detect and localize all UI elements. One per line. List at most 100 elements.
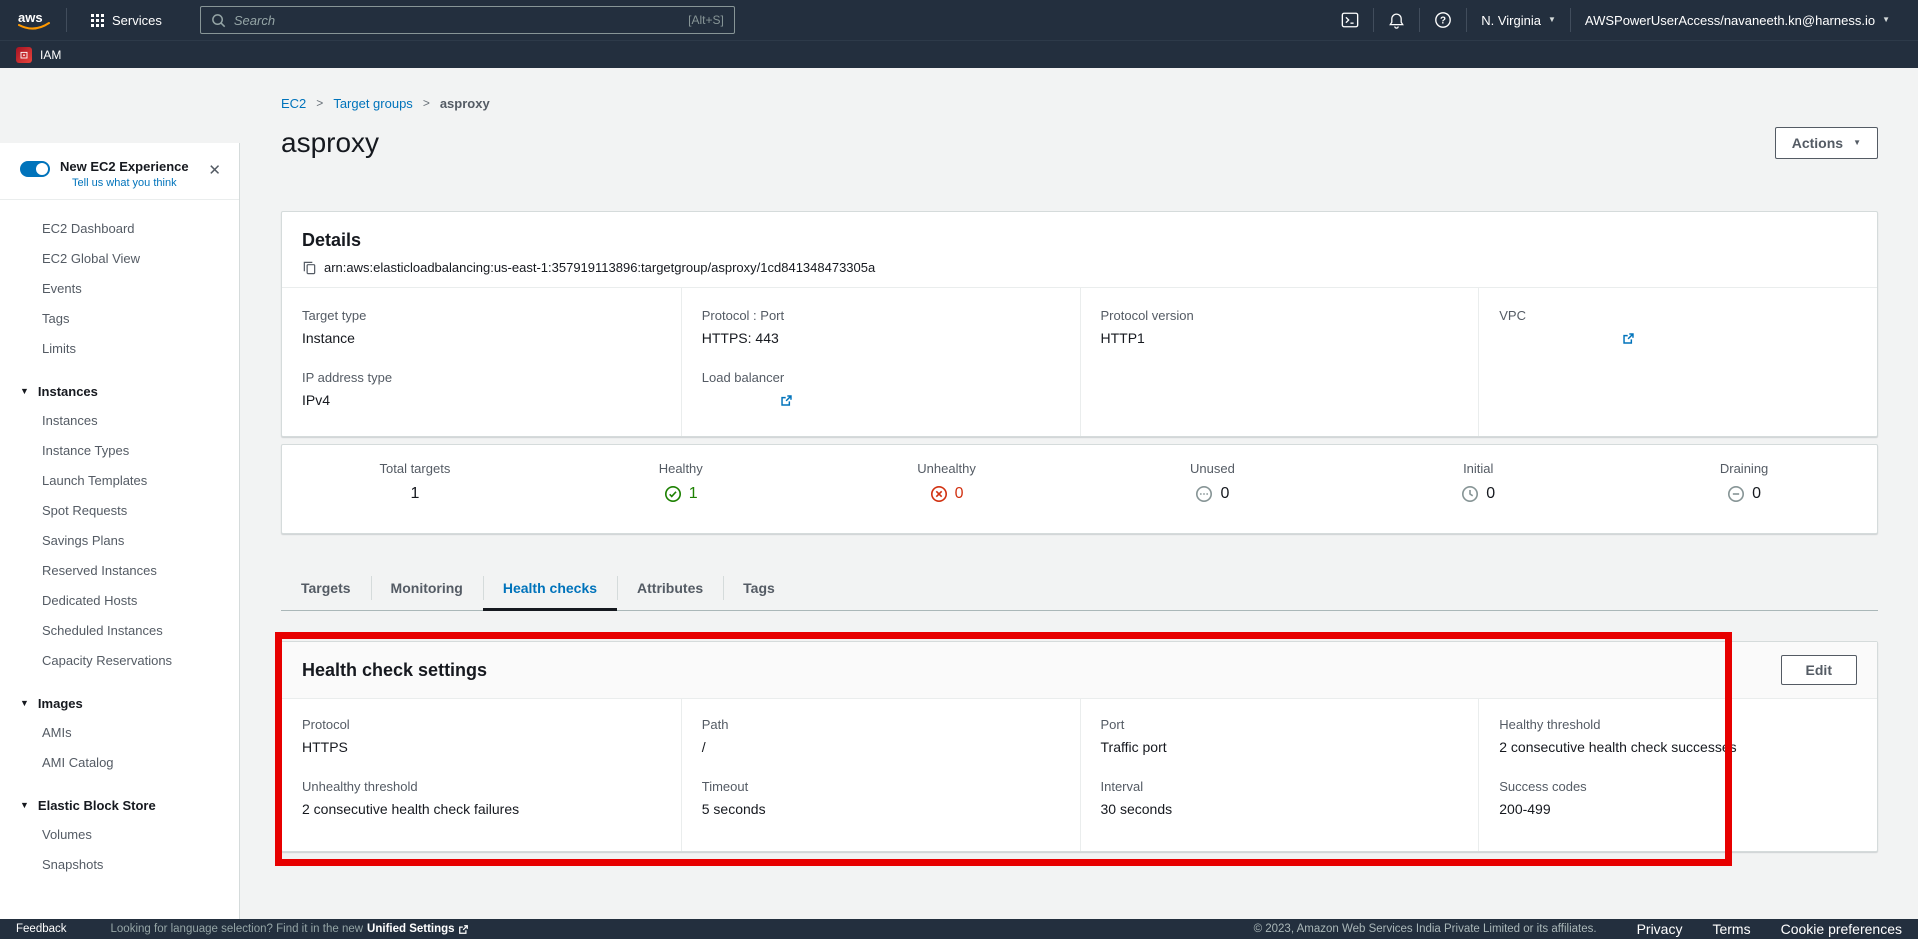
field-value: Instance xyxy=(302,330,661,346)
copyright-text: © 2023, Amazon Web Services India Privat… xyxy=(1254,923,1597,935)
sidebar-item-savings-plans[interactable]: Savings Plans xyxy=(0,526,239,556)
close-icon[interactable]: ✕ xyxy=(204,159,225,181)
region-selector[interactable]: N. Virginia ▼ xyxy=(1467,0,1570,40)
caret-down-icon: ▼ xyxy=(1853,139,1861,147)
breadcrumb-current: asproxy xyxy=(440,96,490,111)
field-label: Timeout xyxy=(702,779,1060,794)
sidebar-section-images[interactable]: ▼ Images xyxy=(0,688,239,718)
copy-arn-button[interactable] xyxy=(302,260,317,275)
x-circle-icon xyxy=(930,485,948,503)
sidebar-section-instances[interactable]: ▼ Instances xyxy=(0,376,239,406)
field-label: Interval xyxy=(1101,779,1459,794)
ellipsis-circle-icon xyxy=(1195,485,1213,503)
sidebar-item-spot-requests[interactable]: Spot Requests xyxy=(0,496,239,526)
health-check-settings-title: Health check settings xyxy=(302,660,487,681)
sidebar-panel: New EC2 Experience Tell us what you thin… xyxy=(0,143,240,919)
field-value: HTTPS: 443 xyxy=(702,330,1060,346)
minus-circle-icon xyxy=(1727,485,1745,503)
stat-value: 0 xyxy=(1220,485,1229,503)
top-navigation-bar: aws Services [Alt+S] xyxy=(0,0,1918,40)
recently-visited-bar: IAM xyxy=(0,40,1918,68)
services-menu-button[interactable]: Services xyxy=(83,0,170,40)
help-button[interactable]: ? xyxy=(1420,0,1466,40)
terms-link[interactable]: Terms xyxy=(1712,921,1750,937)
tab-health-checks[interactable]: Health checks xyxy=(483,568,617,610)
field-label: VPC xyxy=(1499,308,1857,323)
sidebar-item-limits[interactable]: Limits xyxy=(0,334,239,364)
stat-draining: Draining 0 xyxy=(1611,461,1877,503)
actions-button[interactable]: Actions ▼ xyxy=(1775,127,1878,159)
external-link-icon xyxy=(1622,332,1635,345)
health-check-settings-card: Health check settings Edit Protocol HTTP… xyxy=(281,641,1878,852)
sidebar-item-volumes[interactable]: Volumes xyxy=(0,820,239,850)
global-search-box[interactable]: [Alt+S] xyxy=(200,6,735,34)
page-header: asproxy Actions ▼ xyxy=(281,127,1878,175)
field-label: Success codes xyxy=(1499,779,1857,794)
sidebar-item-events[interactable]: Events xyxy=(0,274,239,304)
tab-monitoring[interactable]: Monitoring xyxy=(371,568,483,610)
account-menu[interactable]: AWSPowerUserAccess/navaneeth.kn@harness.… xyxy=(1571,0,1904,40)
notifications-button[interactable] xyxy=(1374,0,1419,40)
sidebar-item-instances[interactable]: Instances xyxy=(0,406,239,436)
sidebar-item-reserved-instances[interactable]: Reserved Instances xyxy=(0,556,239,586)
tab-targets[interactable]: Targets xyxy=(281,568,371,610)
new-experience-toggle[interactable] xyxy=(20,161,50,177)
aws-logo-icon: aws xyxy=(16,8,52,32)
field-label: Path xyxy=(702,717,1060,732)
privacy-link[interactable]: Privacy xyxy=(1637,921,1683,937)
field-label: Protocol xyxy=(302,717,661,732)
sidebar-item-ec2-global-view[interactable]: EC2 Global View xyxy=(0,244,239,274)
sidebar-section-elastic-block-store[interactable]: ▼ Elastic Block Store xyxy=(0,790,239,820)
breadcrumb-ec2[interactable]: EC2 xyxy=(281,96,306,111)
sidebar-item-snapshots[interactable]: Snapshots xyxy=(0,850,239,880)
page-body: New EC2 Experience Tell us what you thin… xyxy=(0,68,1918,919)
recent-service-link[interactable]: IAM xyxy=(40,48,61,62)
chevron-right-icon: > xyxy=(423,96,430,110)
cookie-preferences-link[interactable]: Cookie preferences xyxy=(1781,921,1902,937)
edit-button[interactable]: Edit xyxy=(1781,655,1857,685)
sidebar-item-instance-types[interactable]: Instance Types xyxy=(0,436,239,466)
sidebar-item-amis[interactable]: AMIs xyxy=(0,718,239,748)
external-link-icon xyxy=(780,394,793,407)
svg-text:?: ? xyxy=(1440,16,1446,27)
external-link-icon xyxy=(458,924,469,935)
stat-value: 1 xyxy=(410,485,419,503)
tab-attributes[interactable]: Attributes xyxy=(617,568,723,610)
sidebar-item-ec2-dashboard[interactable]: EC2 Dashboard xyxy=(0,214,239,244)
stat-value: 0 xyxy=(1752,485,1761,503)
main-content: EC2 > Target groups > asproxy asproxy Ac… xyxy=(240,68,1918,919)
stat-healthy: Healthy 1 xyxy=(548,461,814,503)
services-label: Services xyxy=(112,13,162,28)
unified-settings-link[interactable]: Unified Settings xyxy=(367,923,469,935)
target-group-arn: arn:aws:elasticloadbalancing:us-east-1:3… xyxy=(324,260,875,275)
search-shortcut-hint: [Alt+S] xyxy=(688,13,724,27)
aws-logo[interactable]: aws xyxy=(16,8,52,32)
details-title: Details xyxy=(302,230,1857,251)
field-label: Target type xyxy=(302,308,661,323)
caret-down-icon: ▼ xyxy=(1882,16,1890,24)
field-value: HTTPS xyxy=(302,739,661,755)
feedback-link[interactable]: Feedback xyxy=(16,923,67,935)
sidebar-item-launch-templates[interactable]: Launch Templates xyxy=(0,466,239,496)
field-label: Unhealthy threshold xyxy=(302,779,661,794)
sidebar: New EC2 Experience Tell us what you thin… xyxy=(0,68,240,919)
sidebar-item-capacity-reservations[interactable]: Capacity Reservations xyxy=(0,646,239,676)
stat-unhealthy: Unhealthy 0 xyxy=(814,461,1080,503)
tab-tags[interactable]: Tags xyxy=(723,568,795,610)
chevron-right-icon: > xyxy=(316,96,323,110)
sidebar-item-scheduled-instances[interactable]: Scheduled Instances xyxy=(0,616,239,646)
load-balancer-link[interactable]: regular xyxy=(732,392,794,408)
sidebar-item-tags[interactable]: Tags xyxy=(0,304,239,334)
cloudshell-button[interactable] xyxy=(1327,0,1373,40)
vpc-link[interactable]: vpc-2657db5c xyxy=(1529,330,1635,346)
sidebar-item-ami-catalog[interactable]: AMI Catalog xyxy=(0,748,239,778)
page-title: asproxy xyxy=(281,127,379,159)
target-counts-card: Total targets 1 Healthy 1 Unhealthy xyxy=(281,444,1878,534)
nav-divider xyxy=(66,8,67,32)
sidebar-item-dedicated-hosts[interactable]: Dedicated Hosts xyxy=(0,586,239,616)
breadcrumb-target-groups[interactable]: Target groups xyxy=(333,96,413,111)
field-label: Healthy threshold xyxy=(1499,717,1857,732)
stat-value: 0 xyxy=(955,485,964,503)
search-input[interactable] xyxy=(234,13,680,28)
tell-us-link[interactable]: Tell us what you think xyxy=(72,177,177,189)
